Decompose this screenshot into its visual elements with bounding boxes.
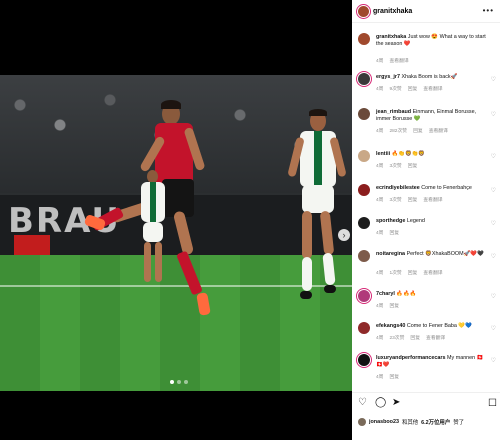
translate-link[interactable]: 查看翻译 [429,127,448,134]
comment-likes[interactable]: 3次赞 [389,196,401,203]
player-white [287,109,348,341]
comment-likes[interactable]: 1次赞 [389,269,401,276]
share-icon[interactable]: ➤ [392,398,402,408]
post-media: BRAU › [0,0,352,440]
carousel-dot [170,380,174,384]
reply-link[interactable]: 回复 [389,302,399,309]
carousel-dots [170,380,188,384]
comment-username[interactable]: sporthedge [376,218,405,224]
comment-likes[interactable]: 23次赞 [389,334,404,341]
reply-link[interactable]: 回复 [408,162,418,169]
comment-username[interactable]: 7charyl [376,291,395,297]
comment-text: Perfect 🦁XhakaBOOM🚀❤️🖤 [406,251,484,257]
translate-link[interactable]: 查看翻译 [423,196,442,203]
comment-username[interactable]: jean_rimbaud [376,109,411,115]
commenter-avatar[interactable] [358,322,370,334]
translate-link[interactable]: 查看翻译 [426,334,445,341]
commenter-avatar[interactable] [358,290,370,302]
comment-likes[interactable]: 9次赞 [389,85,401,92]
comment-likes[interactable]: 3次赞 [389,162,401,169]
comment-time: 4周 [376,271,384,276]
commenter-avatar[interactable] [358,184,370,196]
player-background [138,170,168,290]
comment-time: 4周 [376,198,384,203]
comment-username[interactable]: efekangs40 [376,323,405,329]
author-avatar[interactable] [358,5,369,17]
heart-icon[interactable]: ♡ [491,253,496,260]
commenter-avatar[interactable] [358,354,370,366]
comment-username[interactable]: noitaregina [376,251,405,257]
commenter-avatar[interactable] [358,150,370,162]
author-avatar[interactable] [358,33,370,45]
reply-link[interactable]: 回复 [389,229,399,236]
translate-link[interactable]: 查看翻译 [423,85,442,92]
comment-icon[interactable]: ◯ [375,398,386,408]
bookmark-icon[interactable]: ☐ [488,398,497,409]
heart-icon[interactable]: ♡ [491,111,496,118]
caption-time: 4周 [376,59,384,64]
comment-text: 🔥👏🦁👏🦁 [391,151,426,157]
comment-username[interactable]: luxuryandperformancecars [376,355,446,361]
heart-icon[interactable]: ♡ [491,220,496,227]
caption-username[interactable]: granitxhaka [376,34,406,40]
carousel-dot [177,380,181,384]
commenter-avatar[interactable] [358,73,370,85]
comment-time: 4周 [376,164,384,169]
commenter-avatar[interactable] [358,217,370,229]
author-username[interactable]: granitxhaka [373,8,412,15]
post-photo[interactable]: BRAU [0,75,352,391]
comment-likes[interactable]: 282次赞 [389,127,407,134]
comment-time: 4周 [376,375,384,380]
comment-text: Come to Fener Baba 💛💙 [406,323,472,329]
liker-username[interactable]: jonasboo23 [369,419,399,425]
comment-time: 4周 [376,231,384,236]
reply-link[interactable]: 回复 [408,196,418,203]
post-header: granitxhaka ••• [352,0,500,23]
reply-link[interactable]: 回复 [408,269,418,276]
likes-summary: jonasboo23 和其他 6.2万位用户 赞了 [358,418,464,426]
translate-link[interactable]: 查看翻译 [389,57,408,64]
heart-icon[interactable]: ♡ [491,76,496,83]
commenter-avatar[interactable] [358,250,370,262]
comments-list: granitxhaka Just wow 😍 What a way to sta… [352,28,500,406]
comment-text: Come to Fenerbahçe [421,185,472,191]
more-icon[interactable]: ••• [483,6,494,15]
carousel-dot [184,380,188,384]
heart-icon[interactable]: ♡ [491,325,496,332]
commenter-avatar[interactable] [358,108,370,120]
comment-time: 4周 [376,87,384,92]
comment-time: 4周 [376,304,384,309]
comment-text: Xhaka Boom is back🚀 [401,74,458,80]
translate-link[interactable]: 查看翻译 [423,269,442,276]
likes-and-others: 和其他 [401,420,419,426]
reply-link[interactable]: 回复 [410,334,420,341]
heart-icon[interactable]: ♡ [358,398,368,408]
heart-icon[interactable]: ♡ [491,357,496,364]
comment-username[interactable]: ergys_jr7 [376,74,400,80]
liker-avatar[interactable] [358,418,366,426]
comment-username[interactable]: lentiii [376,151,390,157]
action-bar: ♡ ◯ ➤ [358,398,402,408]
comment-time: 4周 [376,336,384,341]
comment-text: Legend [406,218,425,224]
chevron-right-icon[interactable]: › [338,229,350,241]
reply-link[interactable]: 回复 [389,373,399,380]
reply-link[interactable]: 回复 [408,85,418,92]
heart-icon[interactable]: ♡ [491,187,496,194]
reply-link[interactable]: 回复 [413,127,423,134]
heart-icon[interactable]: ♡ [491,293,496,300]
divider [352,392,500,393]
comment-text: 🔥🔥🔥 [396,291,417,297]
comment-time: 4周 [376,129,384,134]
heart-icon[interactable]: ♡ [491,153,496,160]
likes-suffix: 赞了 [453,420,465,426]
comment-username[interactable]: ecrindiyebilestee [376,185,420,191]
likes-count[interactable]: 6.2万位用户 [421,418,450,426]
